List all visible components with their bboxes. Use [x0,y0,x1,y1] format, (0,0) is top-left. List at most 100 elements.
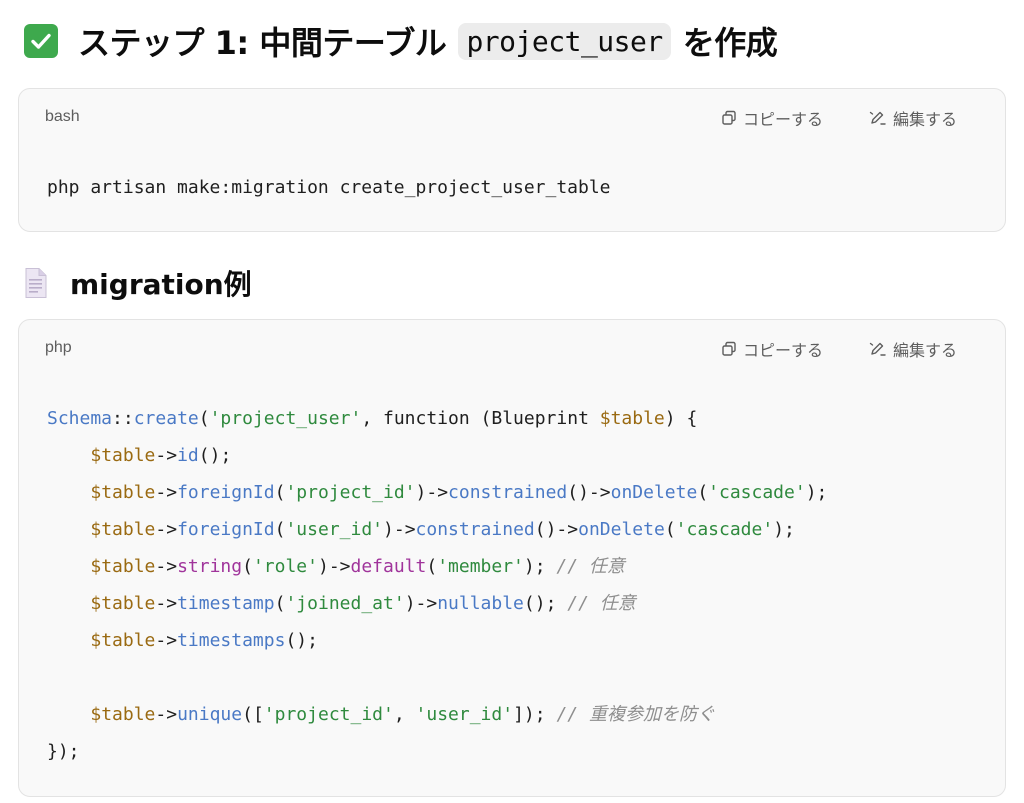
code-token: )-> [415,482,449,503]
code-token: :: [112,408,134,429]
code-token: -> [155,630,178,651]
code-token: 'project_user' [209,408,362,429]
code-token: )-> [383,519,416,540]
code-token: constrained [415,519,535,540]
code-token: -> [155,445,178,466]
edit-button[interactable]: 編集する [869,337,957,361]
step-heading-prefix: ステップ 1: 中間テーブル [78,24,447,62]
code-token: 'user_id' [415,704,514,725]
code-token: ( [426,556,438,577]
code-line: $table->foreignId('project_id')->constra… [47,474,827,511]
code-line: $table->timestamps(); [47,622,827,659]
code-token: ( [242,556,253,577]
code-token: -> [155,556,178,577]
code-token: default [350,556,427,577]
code-token: $table [599,408,665,429]
code-token: -> [155,519,178,540]
code-token: create [133,408,199,429]
code-token: constrained [448,482,568,503]
copy-button-label: コピーする [742,110,823,129]
code-token: ); [523,556,557,577]
copy-button[interactable]: コピーする [721,106,823,130]
code-token: unique [177,704,243,725]
code-content: php artisan make:migration create_projec… [47,169,611,206]
copy-button[interactable]: コピーする [721,337,823,361]
migration-heading: migration例 [24,260,252,306]
code-token: ( [697,482,709,503]
code-token: -> [155,704,178,725]
code-token: // 任意 [567,593,636,614]
code-token: 'role' [252,556,318,577]
code-token: -> [155,482,178,503]
code-token: // 任意 [556,556,625,577]
step-heading: ステップ 1: 中間テーブル project_user を作成 [24,16,778,66]
code-token: // 重複参加を防ぐ [556,704,715,725]
code-token: onDelete [610,482,698,503]
code-token: )-> [404,593,438,614]
code-language-label: php [45,339,72,356]
copy-button-label: コピーする [742,341,823,360]
code-token: timestamp [177,593,275,614]
step-heading-code: project_user [458,22,671,60]
code-token: ) { [664,408,698,429]
code-line: php artisan make:migration create_projec… [47,177,611,198]
copy-icon [722,110,736,125]
code-token: Schema [47,408,113,429]
code-token: ( [274,519,286,540]
code-token: $table [90,556,156,577]
code-token: (); [523,593,568,614]
copy-icon [722,341,736,356]
code-language-label: bash [45,108,80,125]
code-token: 'user_id' [285,519,384,540]
document-icon [25,268,47,298]
code-token: ); [805,482,828,503]
code-token: $table [90,593,156,614]
code-token: ( [274,482,286,503]
code-token: onDelete [578,519,665,540]
edit-button-label: 編集する [892,110,957,129]
code-token: ( [274,593,286,614]
edit-icon [869,111,886,125]
code-line: $table->string('role')->default('member'… [47,548,827,585]
code-line: $table->timestamp('joined_at')->nullable… [47,585,827,622]
code-token: , [361,408,383,429]
code-actions: コピーする 編集する [721,106,957,130]
code-token: ( [664,519,676,540]
code-token: 'project_id' [263,704,394,725]
code-token: foreignId [177,519,275,540]
code-line: }); [47,733,827,770]
code-actions: コピーする 編集する [721,337,957,361]
code-token: ( [198,408,210,429]
code-token: 'cascade' [708,482,806,503]
code-token: timestamps [177,630,286,651]
code-token: (); [285,630,318,651]
code-token: 'member' [437,556,524,577]
edit-icon [869,342,886,356]
code-block-bash: bash コピーする 編集する php artisan make:migrati… [18,88,1006,232]
code-token: ()-> [567,482,611,503]
code-token: $table [90,482,156,503]
code-token: ]); [513,704,557,725]
code-token: 'joined_at' [285,593,405,614]
code-content: Schema::create('project_user', function … [47,400,827,770]
code-token: $table [90,445,156,466]
code-token: function [383,408,470,429]
code-token: ([ [242,704,264,725]
code-token: (); [198,445,232,466]
code-line: $table->id(); [47,437,827,474]
code-token: foreignId [177,482,275,503]
code-token: (Blueprint [469,408,600,429]
code-token: ()-> [534,519,579,540]
code-line: $table->foreignId('user_id')->constraine… [47,511,827,548]
code-token: $table [90,519,156,540]
edit-button[interactable]: 編集する [869,106,957,130]
code-token: )-> [317,556,351,577]
